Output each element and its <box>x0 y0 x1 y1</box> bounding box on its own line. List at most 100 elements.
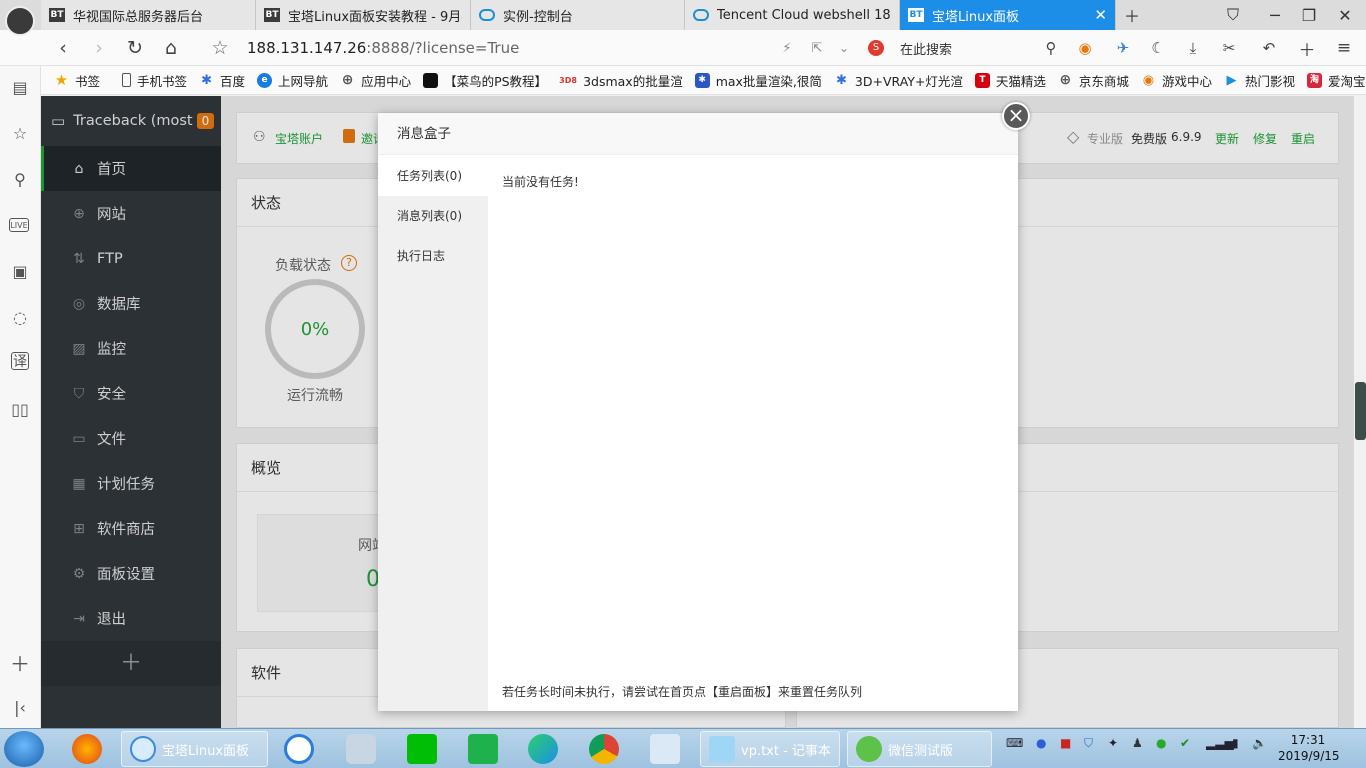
wechat-icon <box>856 736 882 762</box>
live-icon[interactable]: LIVE <box>9 218 29 232</box>
plane-app-icon[interactable] <box>650 734 680 764</box>
chevron-down-icon[interactable]: ⌄ <box>832 30 856 66</box>
bookmark-item[interactable]: T 天猫精选 <box>974 71 1046 90</box>
translate-icon[interactable]: 译 <box>11 352 29 370</box>
add-icon[interactable]: ＋ <box>1294 30 1320 66</box>
tray-check-icon[interactable]: ✔ <box>1180 736 1196 752</box>
chrome-icon[interactable] <box>589 734 619 764</box>
modal-footer-tip: 若任务长时间未执行，请尝试在首页点【重启面板】来重置任务队列 <box>502 685 863 699</box>
video-player-icon[interactable] <box>528 734 558 764</box>
close-window-icon[interactable]: ✕ <box>1330 0 1360 30</box>
network-icon[interactable]: ▂▃▅ <box>1206 736 1234 752</box>
notepad-icon <box>709 736 735 762</box>
bookmark-item[interactable]: 【菜鸟的PS教程】 <box>423 71 547 90</box>
plane-icon[interactable]: ✈ <box>1110 30 1136 66</box>
bookmark-manage-icon[interactable]: ⛉ <box>1218 0 1248 30</box>
firefox-icon[interactable] <box>72 734 102 764</box>
browser-tab[interactable]: BT 宝塔Linux面板安装教程 - 9月4 <box>256 0 471 30</box>
page-scrollbar-thumb[interactable] <box>1355 382 1366 440</box>
menu-icon[interactable]: ≡ <box>1330 30 1358 66</box>
taskbar-clock[interactable]: 17:31 2019/9/15 <box>1278 732 1340 764</box>
bookmark-item[interactable]: 淘爱淘宝 <box>1306 71 1365 90</box>
undo-icon[interactable]: ↶ <box>1254 30 1284 66</box>
tray-security-icon[interactable]: ■ <box>1060 736 1076 752</box>
reading-list-icon[interactable]: ▤ <box>9 76 31 98</box>
share-icon[interactable]: ⇱ <box>805 30 829 66</box>
bookmark-item[interactable]: ✱ 百度 <box>199 71 245 90</box>
bookmark-item[interactable]: 手机书签 <box>122 71 187 90</box>
cloud-icon <box>693 9 709 21</box>
bookmark-item[interactable]: ✱ 3D+VRAY+灯光渲 <box>834 71 963 90</box>
bt-icon: BT <box>908 8 924 22</box>
cloud-icon <box>479 9 495 21</box>
video-icon[interactable]: ▣ <box>9 260 31 282</box>
battery-icon[interactable]: ▮ <box>1232 736 1248 752</box>
browser-tab[interactable]: Tencent Cloud webshell 188.1 <box>685 0 900 30</box>
search-box[interactable]: S 在此搜索 <box>868 38 1064 58</box>
browser-tab[interactable]: BT 华视国际总服务器后台 <box>41 0 256 30</box>
new-tab-icon[interactable]: ＋ <box>1117 0 1147 30</box>
user-avatar[interactable] <box>5 6 35 36</box>
taskbar-item-wechat[interactable]: 微信测试版 <box>847 731 992 767</box>
lightning-icon[interactable]: ⚡ <box>775 30 799 66</box>
volume-icon[interactable]: 🔈 <box>1252 736 1268 752</box>
reload-icon[interactable]: ↻ <box>120 30 150 66</box>
minimize-icon[interactable]: ─ <box>1260 0 1290 30</box>
tray-app-icon[interactable]: ● <box>1036 736 1052 752</box>
favorite-star-icon[interactable]: ☆ <box>205 30 235 66</box>
scissors-icon[interactable]: ✂ <box>1214 30 1244 66</box>
search-icon[interactable]: ⚲ <box>1040 30 1062 66</box>
maximize-icon[interactable]: ❐ <box>1294 0 1324 30</box>
add-icon[interactable]: ＋ <box>9 651 31 676</box>
globe-icon: ⊕ <box>341 71 354 88</box>
tray-qq-icon[interactable]: ♟ <box>1132 736 1148 752</box>
nav-e-icon: e <box>257 72 273 88</box>
forward-icon[interactable]: › <box>84 30 114 66</box>
search-icon[interactable]: ⚲ <box>9 168 31 190</box>
bookmark-item[interactable]: ⊕ 应用中心 <box>340 71 411 90</box>
book-icon[interactable]: ▯▯ <box>9 398 31 420</box>
start-button[interactable] <box>4 731 44 767</box>
taskbar-item-browser[interactable]: 宝塔Linux面板 <box>121 731 268 767</box>
tray-wechat-icon[interactable]: ● <box>1156 736 1172 752</box>
moon-icon[interactable]: ☾ <box>1145 30 1171 66</box>
tray-shield-icon[interactable]: ⛉ <box>1084 736 1100 752</box>
bookmark-item[interactable]: ★ 书签 <box>54 71 100 90</box>
close-modal-icon[interactable]: × <box>1002 102 1030 130</box>
tab-message-list[interactable]: 消息列表(0) <box>378 196 488 236</box>
game-icon[interactable]: ◉ <box>1072 30 1098 66</box>
qq-icon[interactable]: ✦ <box>1108 736 1124 752</box>
url-field[interactable]: 188.131.147.26:8888/?license=True <box>247 39 519 57</box>
browser-tab-active[interactable]: BT 宝塔Linux面板 ✕ <box>900 0 1116 30</box>
baidu-netdisk-icon[interactable] <box>284 734 314 764</box>
download-icon[interactable]: ⤓ <box>1180 30 1206 66</box>
collapse-sidebar-icon[interactable]: |‹ <box>9 696 31 718</box>
taobao-icon: 淘 <box>1306 72 1322 88</box>
browser-tab[interactable]: 实例-控制台 <box>471 0 685 30</box>
close-tab-icon[interactable]: ✕ <box>1094 6 1107 24</box>
bookmark-item[interactable]: ▶ 热门影视 <box>1224 71 1295 90</box>
browser-sidebar: ▤ ☆ ⚲ LIVE ▣ ◌ 译 ▯▯ ＋ |‹ <box>0 66 41 728</box>
play-icon: ▶ <box>1226 72 1237 88</box>
chat-icon[interactable]: ◌ <box>9 306 31 328</box>
green-app-icon[interactable] <box>468 734 498 764</box>
globe-icon: ⊕ <box>1059 71 1072 88</box>
sogou-search-icon: S <box>868 40 884 56</box>
bookmark-item[interactable]: e 上网导航 <box>257 71 328 90</box>
tab-exec-log[interactable]: 执行日志 <box>378 236 488 276</box>
taskbar-item-notepad[interactable]: vp.txt - 记事本 <box>700 731 840 767</box>
home-browser-icon[interactable]: ⌂ <box>156 30 186 66</box>
back-icon[interactable]: ‹ <box>48 30 78 66</box>
paw-blue-icon: ✱ <box>694 72 710 88</box>
bookmark-item[interactable]: ⊕ 京东商城 <box>1058 71 1129 90</box>
bookmark-item[interactable]: 3D8 3dsmax的批量渲 <box>559 71 683 90</box>
camera-app-icon[interactable] <box>346 734 376 764</box>
keyboard-icon[interactable]: ⌨ <box>1006 736 1023 752</box>
bookmark-item[interactable]: ✱ max批量渲染,很简 <box>694 71 822 90</box>
iqiyi-icon[interactable] <box>407 734 437 764</box>
message-box-modal: 消息盒子 任务列表(0) 消息列表(0) 执行日志 当前没有任务! 若任务长时间… <box>378 113 1018 711</box>
favorites-icon[interactable]: ☆ <box>9 122 31 144</box>
tab-task-list[interactable]: 任务列表(0) <box>378 156 488 196</box>
bookmark-item[interactable]: ◉ 游戏中心 <box>1141 71 1212 90</box>
game-icon: ◉ <box>1142 72 1155 88</box>
